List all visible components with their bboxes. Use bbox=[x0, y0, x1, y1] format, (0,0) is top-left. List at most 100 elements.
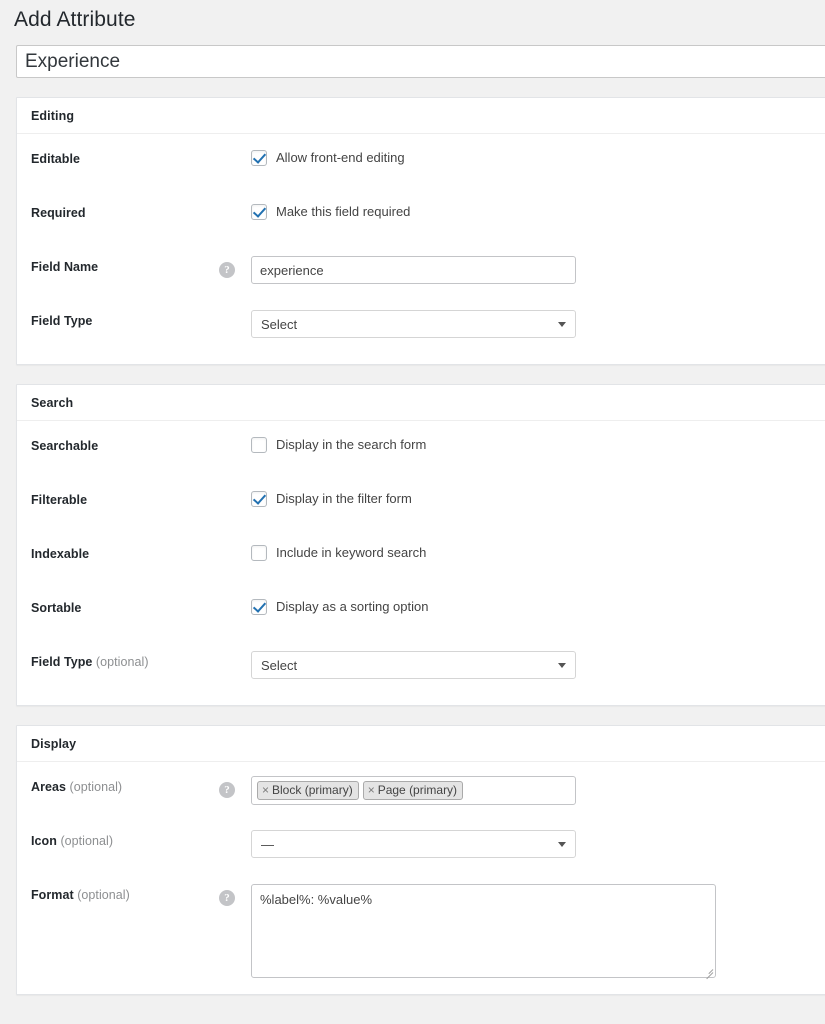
checkbox-line-searchable[interactable]: Display in the search form bbox=[251, 435, 825, 453]
label-required: Required bbox=[31, 202, 219, 220]
row-filterable: Filterable Display in the filter form bbox=[17, 489, 825, 527]
help-col-icon bbox=[219, 830, 251, 834]
help-col-field-type bbox=[219, 310, 251, 314]
label-search-field-type: Field Type (optional) bbox=[31, 651, 219, 669]
sections-container: Editing Editable Allow front-end editing Re… bbox=[0, 97, 825, 995]
field-indexable: Include in keyword search bbox=[251, 543, 825, 561]
row-editable: Editable Allow front-end editing bbox=[17, 148, 825, 186]
help-col-filterable bbox=[219, 489, 251, 493]
select-value-field-type: Select bbox=[261, 317, 297, 332]
label-filterable: Filterable bbox=[31, 489, 219, 507]
row-search-field-type: Field Type (optional) Select bbox=[17, 651, 825, 689]
chevron-down-icon bbox=[558, 663, 566, 668]
row-format: Format (optional)? bbox=[17, 884, 825, 978]
field-field-name bbox=[251, 256, 825, 284]
checkbox-editable[interactable] bbox=[251, 150, 267, 166]
checkbox-label-sortable: Display as a sorting option bbox=[276, 599, 428, 615]
panel-title-search: Search bbox=[31, 396, 73, 410]
field-search-field-type: Select bbox=[251, 651, 825, 679]
input-field-name[interactable] bbox=[251, 256, 576, 284]
label-text-icon: Icon bbox=[31, 834, 57, 848]
panel-header-display: Display bbox=[17, 726, 825, 762]
field-icon: — bbox=[251, 830, 825, 858]
token: ×Block (primary) bbox=[257, 781, 359, 800]
attribute-title-input[interactable] bbox=[16, 45, 825, 78]
help-icon-areas[interactable]: ? bbox=[219, 782, 235, 798]
panel-title-display: Display bbox=[31, 737, 76, 751]
label-text-editable: Editable bbox=[31, 152, 80, 166]
panel-body-display: Areas (optional)?×Block (primary)×Page (… bbox=[17, 762, 825, 994]
select-value-search-field-type: Select bbox=[261, 658, 297, 673]
label-text-indexable: Indexable bbox=[31, 547, 89, 561]
label-optional-icon: (optional) bbox=[60, 834, 113, 848]
textarea-format[interactable] bbox=[251, 884, 716, 978]
panel-header-search: Search bbox=[17, 385, 825, 421]
title-field-wrapper bbox=[0, 33, 825, 78]
label-indexable: Indexable bbox=[31, 543, 219, 561]
checkbox-label-searchable: Display in the search form bbox=[276, 437, 426, 453]
token-label: Block (primary) bbox=[272, 783, 353, 797]
panel-title-editing: Editing bbox=[31, 109, 74, 123]
field-sortable: Display as a sorting option bbox=[251, 597, 825, 615]
token-box-areas[interactable]: ×Block (primary)×Page (primary) bbox=[251, 776, 576, 805]
checkbox-line-sortable[interactable]: Display as a sorting option bbox=[251, 597, 825, 615]
label-text-field-type: Field Type bbox=[31, 314, 92, 328]
help-col-searchable bbox=[219, 435, 251, 439]
checkbox-indexable[interactable] bbox=[251, 545, 267, 561]
add-attribute-page: Add Attribute Editing Editable Allow front… bbox=[0, 0, 825, 1024]
help-col-search-field-type bbox=[219, 651, 251, 655]
checkbox-label-editable: Allow front-end editing bbox=[276, 150, 405, 166]
field-searchable: Display in the search form bbox=[251, 435, 825, 453]
label-optional-format: (optional) bbox=[77, 888, 130, 902]
panel-search: Search Searchable Display in the search fo… bbox=[16, 384, 825, 706]
panel-body-search: Searchable Display in the search form Filt… bbox=[17, 421, 825, 705]
label-editable: Editable bbox=[31, 148, 219, 166]
remove-token-icon[interactable]: × bbox=[262, 784, 269, 796]
label-text-sortable: Sortable bbox=[31, 601, 81, 615]
panel-editing: Editing Editable Allow front-end editing Re… bbox=[16, 97, 825, 365]
checkbox-required[interactable] bbox=[251, 204, 267, 220]
checkbox-line-editable[interactable]: Allow front-end editing bbox=[251, 148, 825, 166]
field-required: Make this field required bbox=[251, 202, 825, 220]
checkbox-line-indexable[interactable]: Include in keyword search bbox=[251, 543, 825, 561]
help-icon-field-name[interactable]: ? bbox=[219, 262, 235, 278]
label-text-filterable: Filterable bbox=[31, 493, 87, 507]
row-areas: Areas (optional)?×Block (primary)×Page (… bbox=[17, 776, 825, 814]
label-text-field-name: Field Name bbox=[31, 260, 98, 274]
checkbox-searchable[interactable] bbox=[251, 437, 267, 453]
select-field-type[interactable]: Select bbox=[251, 310, 576, 338]
remove-token-icon[interactable]: × bbox=[368, 784, 375, 796]
chevron-down-icon bbox=[558, 842, 566, 847]
page-title: Add Attribute bbox=[0, 0, 825, 33]
label-text-required: Required bbox=[31, 206, 86, 220]
checkbox-sortable[interactable] bbox=[251, 599, 267, 615]
help-col-field-name: ? bbox=[219, 256, 251, 278]
select-icon[interactable]: — bbox=[251, 830, 576, 858]
label-text-searchable: Searchable bbox=[31, 439, 98, 453]
field-format bbox=[251, 884, 825, 978]
label-text-format: Format bbox=[31, 888, 74, 902]
checkbox-label-indexable: Include in keyword search bbox=[276, 545, 426, 561]
help-col-areas: ? bbox=[219, 776, 251, 798]
checkbox-line-filterable[interactable]: Display in the filter form bbox=[251, 489, 825, 507]
token: ×Page (primary) bbox=[363, 781, 463, 800]
row-searchable: Searchable Display in the search form bbox=[17, 435, 825, 473]
label-optional-search-field-type: (optional) bbox=[96, 655, 149, 669]
field-filterable: Display in the filter form bbox=[251, 489, 825, 507]
label-areas: Areas (optional) bbox=[31, 776, 219, 794]
row-field-type: Field Type Select bbox=[17, 310, 825, 348]
row-indexable: Indexable Include in keyword search bbox=[17, 543, 825, 581]
label-field-type: Field Type bbox=[31, 310, 219, 328]
checkbox-line-required[interactable]: Make this field required bbox=[251, 202, 825, 220]
panel-display: DisplayAreas (optional)?×Block (primary)… bbox=[16, 725, 825, 995]
checkbox-filterable[interactable] bbox=[251, 491, 267, 507]
help-icon-format[interactable]: ? bbox=[219, 890, 235, 906]
field-editable: Allow front-end editing bbox=[251, 148, 825, 166]
label-text-areas: Areas bbox=[31, 780, 66, 794]
panel-body-editing: Editable Allow front-end editing Required M… bbox=[17, 134, 825, 364]
label-text-search-field-type: Field Type bbox=[31, 655, 92, 669]
textarea-wrapper-format bbox=[251, 884, 716, 978]
select-value-icon: — bbox=[261, 837, 274, 852]
select-search-field-type[interactable]: Select bbox=[251, 651, 576, 679]
token-label: Page (primary) bbox=[378, 783, 457, 797]
